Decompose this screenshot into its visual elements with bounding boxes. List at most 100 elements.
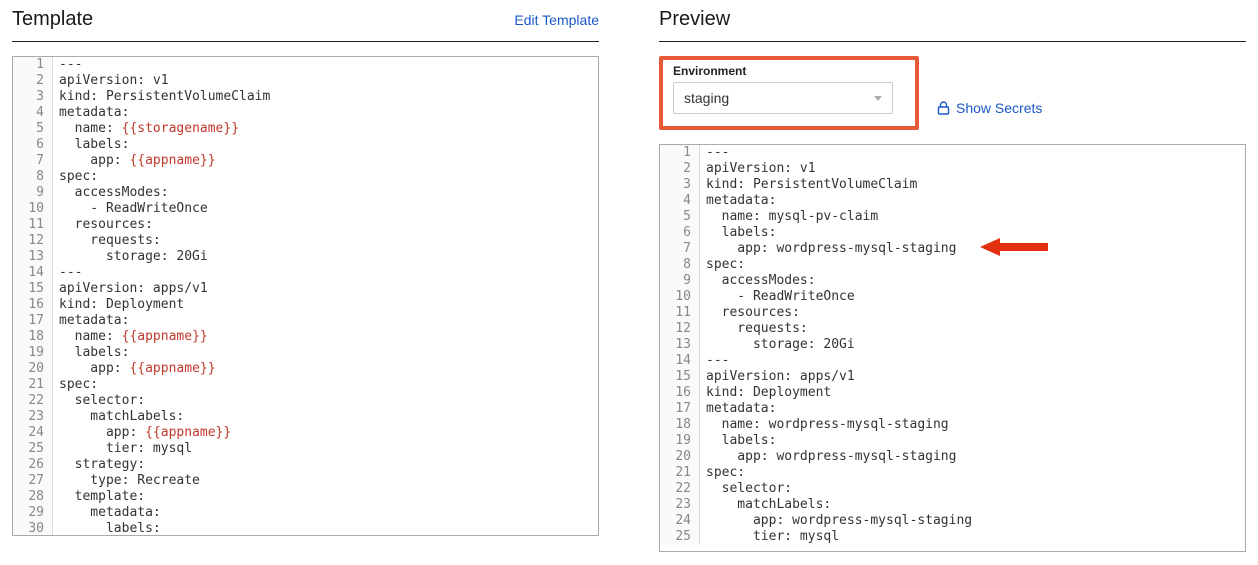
code-line: 3kind: PersistentVolumeClaim xyxy=(13,89,598,105)
code-line: 5 name: {{storagename}} xyxy=(13,121,598,137)
preview-title: Preview xyxy=(659,8,730,31)
code-line: 15apiVersion: apps/v1 xyxy=(660,369,1245,385)
code-line: 20 app: {{appname}} xyxy=(13,361,598,377)
line-content: name: wordpress-mysql-staging xyxy=(700,417,949,433)
code-line: 8spec: xyxy=(660,257,1245,273)
line-number: 6 xyxy=(13,137,53,153)
code-line: 20 app: wordpress-mysql-staging xyxy=(660,449,1245,465)
line-number: 25 xyxy=(13,441,53,457)
line-content: apiVersion: apps/v1 xyxy=(700,369,855,385)
line-number: 22 xyxy=(13,393,53,409)
line-number: 5 xyxy=(660,209,700,225)
code-line: 16kind: Deployment xyxy=(660,385,1245,401)
environment-select[interactable]: staging xyxy=(673,82,893,114)
code-line: 9 accessModes: xyxy=(13,185,598,201)
code-line: 13 storage: 20Gi xyxy=(13,249,598,265)
line-number: 10 xyxy=(13,201,53,217)
template-code-editor[interactable]: 1---2apiVersion: v13kind: PersistentVolu… xyxy=(13,57,598,535)
line-content: kind: Deployment xyxy=(700,385,831,401)
line-content: labels: xyxy=(53,521,161,535)
preview-header: Preview xyxy=(659,8,1246,42)
show-secrets-link[interactable]: Show Secrets xyxy=(937,100,1042,116)
line-content: app: {{appname}} xyxy=(53,153,216,169)
code-line: 11 resources: xyxy=(13,217,598,233)
line-content: labels: xyxy=(53,137,129,153)
code-line: 2apiVersion: v1 xyxy=(660,161,1245,177)
line-content: apiVersion: v1 xyxy=(53,73,169,89)
chevron-down-icon xyxy=(874,96,882,101)
code-line: 17metadata: xyxy=(13,313,598,329)
line-content: type: Recreate xyxy=(53,473,200,489)
line-content: tier: mysql xyxy=(53,441,192,457)
line-number: 24 xyxy=(660,513,700,529)
code-line: 1--- xyxy=(660,145,1245,161)
line-content: storage: 20Gi xyxy=(53,249,208,265)
line-number: 4 xyxy=(13,105,53,121)
line-number: 17 xyxy=(13,313,53,329)
line-number: 30 xyxy=(13,521,53,535)
line-content: labels: xyxy=(53,345,129,361)
line-number: 9 xyxy=(660,273,700,289)
line-number: 23 xyxy=(13,409,53,425)
line-content: labels: xyxy=(700,433,776,449)
line-content: requests: xyxy=(700,321,808,337)
line-content: resources: xyxy=(700,305,800,321)
line-number: 8 xyxy=(660,257,700,273)
line-number: 19 xyxy=(660,433,700,449)
line-content: app: {{appname}} xyxy=(53,425,231,441)
line-number: 21 xyxy=(13,377,53,393)
line-number: 12 xyxy=(13,233,53,249)
code-line: 13 storage: 20Gi xyxy=(660,337,1245,353)
code-line: 30 labels: xyxy=(13,521,598,535)
line-content: apiVersion: apps/v1 xyxy=(53,281,208,297)
code-line: 4metadata: xyxy=(13,105,598,121)
line-content: accessModes: xyxy=(53,185,169,201)
environment-selected-value: staging xyxy=(684,90,729,106)
preview-code-box: 1---2apiVersion: v13kind: PersistentVolu… xyxy=(659,144,1246,552)
code-line: 26 strategy: xyxy=(13,457,598,473)
line-number: 15 xyxy=(660,369,700,385)
code-line: 2apiVersion: v1 xyxy=(13,73,598,89)
line-content: labels: xyxy=(700,225,776,241)
line-number: 22 xyxy=(660,481,700,497)
line-number: 10 xyxy=(660,289,700,305)
template-code-box: 1---2apiVersion: v13kind: PersistentVolu… xyxy=(12,56,599,536)
line-content: metadata: xyxy=(700,401,776,417)
line-content: spec: xyxy=(700,257,745,273)
edit-template-link[interactable]: Edit Template xyxy=(514,12,599,28)
line-number: 3 xyxy=(660,177,700,193)
line-number: 2 xyxy=(13,73,53,89)
line-number: 6 xyxy=(660,225,700,241)
line-number: 1 xyxy=(660,145,700,161)
code-line: 10 - ReadWriteOnce xyxy=(13,201,598,217)
line-number: 3 xyxy=(13,89,53,105)
line-content: tier: mysql xyxy=(700,529,839,545)
line-number: 23 xyxy=(660,497,700,513)
template-panel: Template Edit Template 1---2apiVersion: … xyxy=(12,8,599,552)
template-header: Template Edit Template xyxy=(12,8,599,42)
code-line: 23 matchLabels: xyxy=(13,409,598,425)
line-content: kind: PersistentVolumeClaim xyxy=(53,89,270,105)
preview-code-viewer[interactable]: 1---2apiVersion: v13kind: PersistentVolu… xyxy=(660,145,1245,551)
code-line: 21spec: xyxy=(660,465,1245,481)
line-number: 8 xyxy=(13,169,53,185)
code-line: 3kind: PersistentVolumeClaim xyxy=(660,177,1245,193)
line-content: apiVersion: v1 xyxy=(700,161,816,177)
line-number: 13 xyxy=(13,249,53,265)
line-number: 15 xyxy=(13,281,53,297)
line-number: 27 xyxy=(13,473,53,489)
line-number: 20 xyxy=(660,449,700,465)
template-title: Template xyxy=(12,8,93,31)
line-content: app: wordpress-mysql-staging xyxy=(700,449,956,465)
line-number: 17 xyxy=(660,401,700,417)
code-line: 1--- xyxy=(13,57,598,73)
line-number: 26 xyxy=(13,457,53,473)
line-number: 1 xyxy=(13,57,53,73)
line-number: 7 xyxy=(13,153,53,169)
code-line: 4metadata: xyxy=(660,193,1245,209)
line-content: --- xyxy=(700,353,729,369)
code-line: 25 tier: mysql xyxy=(660,529,1245,545)
line-number: 11 xyxy=(13,217,53,233)
code-line: 28 template: xyxy=(13,489,598,505)
line-number: 5 xyxy=(13,121,53,137)
